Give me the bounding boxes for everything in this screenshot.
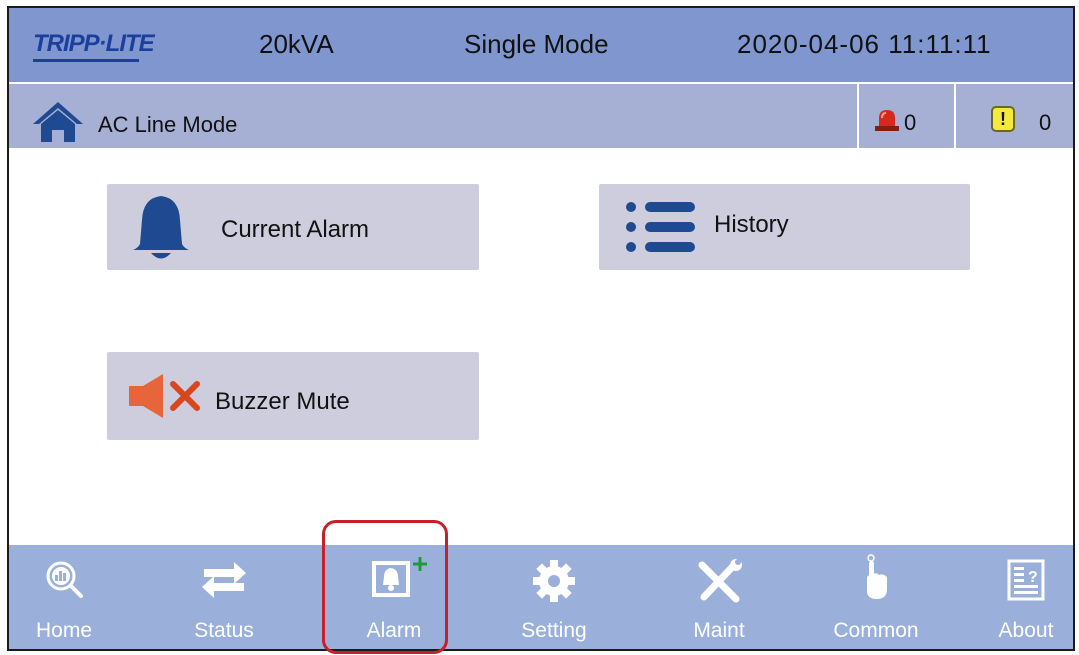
wrench-screwdriver-icon	[698, 559, 742, 603]
pointing-hand-icon	[867, 554, 887, 599]
nav-setting[interactable]: Setting	[504, 545, 604, 649]
buzzer-mute-label: Buzzer Mute	[215, 388, 350, 415]
divider	[954, 84, 956, 148]
nav-about[interactable]: ? About	[981, 545, 1071, 649]
ups-screen: TRIPP·LITE 20kVA Single Mode 2020-04-06 …	[7, 6, 1075, 651]
nav-status[interactable]: Status	[174, 545, 274, 649]
nav-setting-label: Setting	[521, 619, 587, 642]
about-document-icon: ?	[1007, 559, 1045, 601]
nav-about-label: About	[998, 619, 1054, 642]
history-label: History	[714, 211, 789, 238]
status-bar: AC Line Mode 0 ! 0	[9, 84, 1073, 148]
alarm-count: 0	[904, 110, 917, 135]
speaker-mute-icon	[129, 374, 200, 418]
warning-icon: !	[991, 106, 1015, 132]
alarm-siren-icon	[873, 108, 901, 132]
warning-count: 0	[1039, 110, 1052, 135]
nav-alarm-label: Alarm	[366, 619, 422, 642]
mode-label: Single Mode	[464, 29, 609, 59]
history-button[interactable]: History	[599, 184, 970, 270]
status-arrows-icon	[202, 562, 246, 598]
datetime-label: 2020-04-06 11:11:11	[737, 29, 992, 59]
nav-home-label: Home	[35, 619, 93, 642]
header-bar: TRIPP·LITE 20kVA Single Mode 2020-04-06 …	[9, 8, 1073, 84]
bottom-nav: Home Status Alarm Setting Maint Common ?…	[9, 545, 1073, 649]
home-icon[interactable]	[31, 100, 85, 142]
logo-text: TRIPP·LITE	[33, 30, 155, 57]
current-alarm-button[interactable]: Current Alarm	[107, 184, 479, 270]
nav-status-label: Status	[194, 619, 254, 642]
current-alarm-label: Current Alarm	[221, 216, 370, 243]
ups-mode-text: AC Line Mode	[98, 112, 238, 137]
list-icon	[626, 202, 695, 252]
gear-icon	[533, 560, 575, 602]
alarm-bell-icon	[372, 557, 427, 597]
nav-common[interactable]: Common	[821, 545, 931, 649]
nav-maint[interactable]: Maint	[669, 545, 769, 649]
nav-common-label: Common	[833, 619, 919, 642]
buzzer-mute-button[interactable]: Buzzer Mute	[107, 352, 479, 440]
nav-maint-label: Maint	[693, 619, 745, 642]
capacity-label: 20kVA	[259, 29, 334, 59]
tripp-lite-logo: TRIPP·LITE	[29, 30, 155, 64]
bell-icon	[133, 196, 189, 259]
nav-alarm[interactable]: Alarm	[337, 545, 451, 649]
divider	[857, 84, 859, 148]
svg-text:?: ?	[1028, 569, 1038, 586]
nav-home[interactable]: Home	[19, 545, 109, 649]
home-magnifier-icon	[46, 561, 83, 598]
